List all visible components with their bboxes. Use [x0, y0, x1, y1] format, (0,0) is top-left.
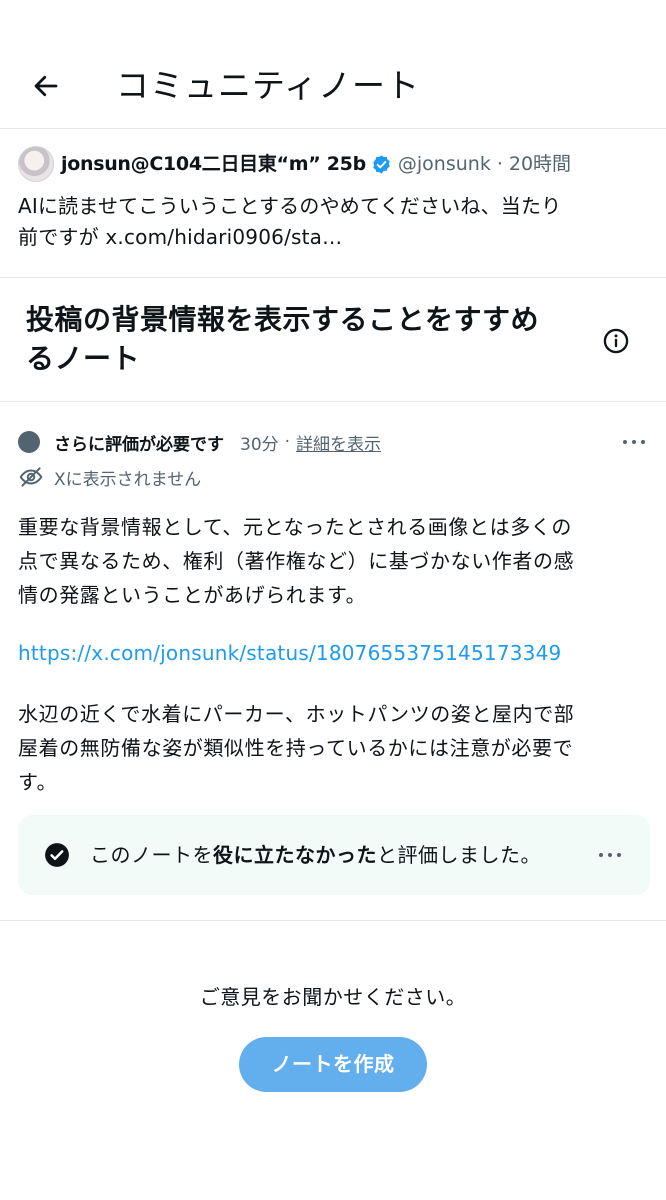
post-author-row: jonsun@C104二日目東“m” 25b @jonsunk · 20時間 [18, 145, 571, 183]
note-status: さらに評価が必要です [54, 434, 224, 455]
visibility-text: Xに表示されません [54, 469, 202, 490]
dot [641, 440, 645, 444]
page-title: コミュニティノート [116, 66, 421, 105]
rating-prefix: このノートを [90, 843, 213, 867]
note-line: 水辺の近くで水着にパーカー、ホットパンツの姿と屋内で部 [18, 702, 575, 726]
quoted-post[interactable]: jonsun@C104二日目東“m” 25b @jonsunk · 20時間 A… [0, 129, 666, 277]
back-button[interactable] [22, 62, 70, 110]
rating-status-box: このノートを役に立たなかったと評価しました。 [18, 815, 650, 895]
dot [599, 853, 603, 857]
title-line: るノート [26, 342, 141, 375]
note-link-row: https://x.com/jonsunk/status/18076553751… [18, 636, 648, 670]
note-category-title: 投稿の背景情報を表示することをすすめ るノート [26, 300, 586, 378]
note-line: 屋着の無防備な姿が類似性を持っているかには注意が必要で [18, 736, 574, 760]
author-display-name[interactable]: jonsun@C104二日目東“m” 25b [61, 152, 366, 176]
visibility-row: Xに表示されません [18, 463, 201, 491]
post-text: AIに読ませてこういうことするのやめてくださいね、当たり 前ですが x.com/… [18, 191, 638, 253]
rating-more-button[interactable] [594, 841, 626, 869]
top-bar: コミュニティノート [0, 0, 666, 128]
title-line: 投稿の背景情報を表示することをすすめ [26, 303, 540, 336]
separator-dot: · [284, 432, 291, 452]
note-timestamp: 30分 [240, 434, 279, 455]
info-icon [603, 328, 629, 354]
note-line: す。 [18, 770, 58, 794]
info-button[interactable] [598, 323, 634, 359]
verified-badge-icon [373, 154, 390, 174]
post-text-line: 前ですが x.com/hidari0906/sta… [18, 225, 343, 249]
divider [0, 401, 666, 402]
rating-text: このノートを役に立たなかったと評価しました。 [90, 839, 541, 871]
create-note-button[interactable]: ノートを作成 [239, 1037, 427, 1092]
note-line: 情の発露ということがあげられます。 [18, 583, 367, 607]
note-line: 点で異なるため、権利（著作権など）に基づかない作者の感 [18, 549, 575, 573]
dot [623, 440, 627, 444]
separator-dot: · [496, 153, 503, 175]
note-line: 重要な背景情報として、元となったとされる画像とは多くの [18, 515, 572, 539]
note-paragraph: 重要な背景情報として、元となったとされる画像とは多くの 点で異なるため、権利（著… [18, 510, 648, 612]
dot [632, 440, 636, 444]
post-text-line: AIに読ませてこういうことするのやめてくださいね、当たり [18, 194, 562, 218]
check-circle-icon [45, 843, 69, 867]
divider [0, 920, 666, 921]
community-notes-page: コミュニティノート jonsun@C104二日目東“m” 25b @jonsun… [0, 0, 666, 1200]
author-handle[interactable]: @jonsunk [398, 152, 491, 176]
rating-value: 役に立たなかった [213, 843, 377, 867]
eye-off-icon [19, 467, 43, 487]
arrow-left-icon [34, 75, 58, 97]
show-details-link[interactable]: 詳細を表示 [296, 430, 381, 455]
avatar[interactable] [18, 146, 54, 182]
note-status-row: さらに評価が必要です 30分 · 詳細を表示 [18, 428, 381, 456]
note-source-link[interactable]: https://x.com/jonsunk/status/18076553751… [18, 641, 561, 665]
feedback-prompt: ご意見をお聞かせください。 [199, 985, 467, 1009]
post-timestamp[interactable]: 20時間 [509, 152, 571, 176]
note-category-header: 投稿の背景情報を表示することをすすめ るノート [0, 278, 666, 402]
note-more-button[interactable] [618, 428, 650, 456]
status-dot-icon [18, 431, 40, 453]
rating-suffix: と評価しました。 [377, 843, 541, 867]
dot [617, 853, 621, 857]
dot [608, 853, 612, 857]
note-paragraph: 水辺の近くで水着にパーカー、ホットパンツの姿と屋内で部 屋着の無防備な姿が類似性… [18, 697, 648, 799]
